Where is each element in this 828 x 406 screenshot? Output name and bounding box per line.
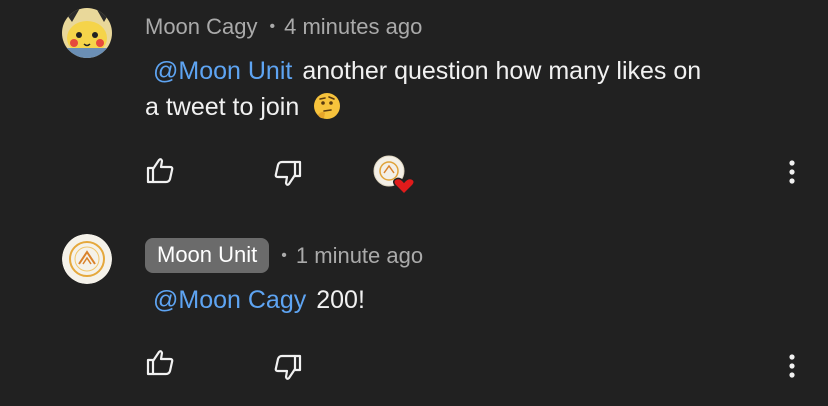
moon-unit-logo-avatar-icon	[62, 234, 112, 284]
mention-link[interactable]: @Moon Cagy	[153, 286, 306, 314]
comment-text: @Moon Cagy 200!	[145, 282, 805, 318]
comment-text-content: 200!	[316, 286, 365, 314]
comment-time[interactable]: 1 minute ago	[296, 243, 423, 269]
thumbs-up-icon	[146, 350, 174, 376]
thumbs-down-icon	[274, 354, 302, 380]
more-vertical-icon	[789, 354, 795, 378]
like-button[interactable]	[140, 342, 180, 382]
dislike-button[interactable]	[268, 348, 308, 388]
creator-author-chip[interactable]: Moon Unit	[145, 238, 270, 273]
more-options-button[interactable]	[772, 346, 812, 386]
comments-section: Moon Cagy • 4 minutes ago @Moon Unit anot…	[0, 0, 828, 406]
comment-meta: Moon Unit • 1 minute ago	[145, 238, 423, 273]
comment-item: Moon Unit • 1 minute ago @Moon Cagy 200!	[0, 0, 828, 406]
commenter-avatar[interactable]	[62, 234, 112, 284]
meta-separator: •	[281, 246, 287, 264]
